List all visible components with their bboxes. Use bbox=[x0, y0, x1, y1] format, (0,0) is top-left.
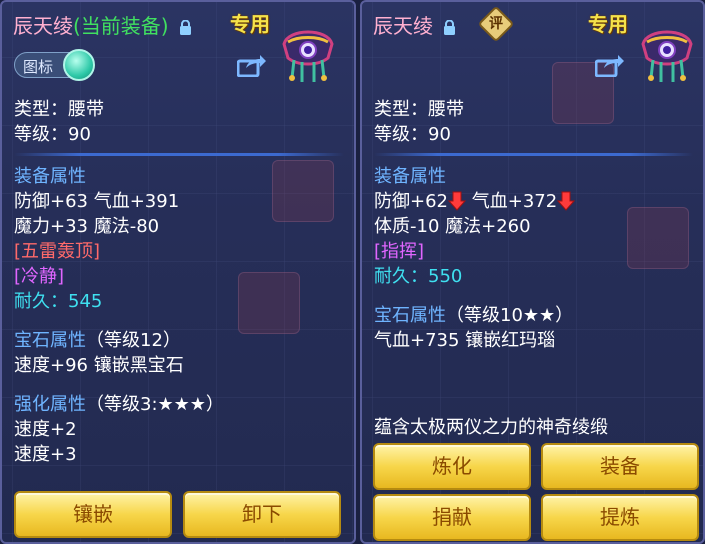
gem-level: （等级12） bbox=[86, 330, 181, 351]
gem-line: 速度+96 镶嵌黑宝石 bbox=[14, 355, 184, 376]
type-line: 类型：腰带 bbox=[14, 99, 104, 120]
compare-equipment-panel: 辰天绫 专用 类型：腰带 等级：90 装备属性 防御+62 气血+372 体质-… bbox=[360, 0, 705, 544]
equipment-attributes-header: 装备属性 bbox=[374, 166, 446, 187]
attribute-line: 体质-10 魔法+260 bbox=[374, 216, 531, 237]
item-icon bbox=[641, 30, 693, 82]
refine-button[interactable]: 炼化 bbox=[373, 443, 531, 490]
equipment-attributes-header: 装备属性 bbox=[14, 166, 86, 187]
special-effect: [冷静] bbox=[14, 266, 65, 287]
durability-label: 耐久： bbox=[374, 266, 428, 287]
lock-icon bbox=[179, 20, 191, 35]
item-name: 辰天绫 bbox=[13, 14, 73, 38]
item-description: 蕴含太极两仪之力的神奇绫缎 bbox=[374, 417, 608, 438]
durability-line: 耐久：545 bbox=[14, 289, 344, 314]
equipped-status: (当前装备) bbox=[73, 14, 169, 38]
exclusive-label: 专用 bbox=[588, 12, 628, 36]
donate-button[interactable]: 捐献 bbox=[373, 494, 531, 541]
enhance-level: （等级3:★★★） bbox=[86, 394, 224, 415]
durability-line: 耐久：550 bbox=[374, 264, 693, 289]
level-line: 等级：90 bbox=[14, 124, 91, 145]
level-line: 等级：90 bbox=[374, 124, 451, 145]
item-title: 辰天绫(当前装备) bbox=[13, 10, 192, 39]
enhance-attributes-line: 强化属性（等级3:★★★） bbox=[14, 392, 344, 417]
share-icon[interactable] bbox=[595, 53, 625, 77]
inlay-button[interactable]: 镶嵌 bbox=[14, 491, 172, 538]
eval-badge-label: 评 bbox=[489, 16, 503, 32]
share-icon[interactable] bbox=[237, 53, 267, 77]
attribute-line: 防御+62 气血+372 bbox=[374, 189, 693, 214]
enhance-line: 速度+3 bbox=[14, 444, 77, 465]
lock-icon bbox=[444, 20, 456, 35]
item-name: 辰天绫 bbox=[373, 14, 433, 38]
item-details: 类型：腰带 等级：90 装备属性 防御+62 气血+372 体质-10 魔法+2… bbox=[374, 97, 693, 353]
gem-attributes-header: 宝石属性 bbox=[14, 330, 86, 351]
gem-line: 气血+735 镶嵌红玛瑙 bbox=[374, 330, 556, 351]
item-details: 类型：腰带 等级：90 装备属性 防御+63 气血+391 魔力+33 魔法-8… bbox=[14, 97, 344, 467]
toggle-knob[interactable] bbox=[63, 49, 95, 81]
durability-label: 耐久： bbox=[14, 291, 68, 312]
unequip-button[interactable]: 卸下 bbox=[183, 491, 341, 538]
hp-value: 气血+372 bbox=[471, 191, 558, 212]
special-effect: [指挥] bbox=[374, 241, 425, 262]
exclusive-label: 专用 bbox=[230, 12, 270, 36]
icon-toggle[interactable]: 图标 bbox=[14, 49, 95, 81]
enhance-attributes-header: 强化属性 bbox=[14, 394, 86, 415]
defense-value: 防御+62 bbox=[374, 191, 448, 212]
divider bbox=[14, 153, 344, 156]
down-arrow-icon bbox=[557, 191, 576, 211]
toggle-label: 图标 bbox=[23, 58, 54, 76]
gem-attributes-line: 宝石属性（等级10★★） bbox=[374, 303, 693, 328]
equip-button[interactable]: 装备 bbox=[541, 443, 699, 490]
attribute-line: 魔力+33 魔法-80 bbox=[14, 216, 160, 237]
down-arrow-icon bbox=[448, 191, 466, 211]
type-line: 类型：腰带 bbox=[374, 99, 464, 120]
current-equipment-panel: 辰天绫(当前装备) 专用 图标 类型：腰带 等级：90 装备属性 防御+63 气… bbox=[0, 0, 356, 544]
gem-attributes-header: 宝石属性 bbox=[374, 305, 446, 326]
extract-button[interactable]: 提炼 bbox=[541, 494, 699, 541]
item-title: 辰天绫 bbox=[373, 10, 456, 39]
durability-value: 545 bbox=[68, 291, 103, 312]
divider bbox=[374, 153, 693, 156]
attribute-line: 防御+63 气血+391 bbox=[14, 191, 180, 212]
durability-value: 550 bbox=[428, 266, 463, 287]
item-icon bbox=[282, 30, 334, 82]
gem-level: （等级10★★） bbox=[446, 305, 574, 326]
skill-effect: [五雷轰顶] bbox=[14, 241, 101, 262]
enhance-line: 速度+2 bbox=[14, 419, 77, 440]
gem-attributes-line: 宝石属性（等级12） bbox=[14, 328, 344, 353]
